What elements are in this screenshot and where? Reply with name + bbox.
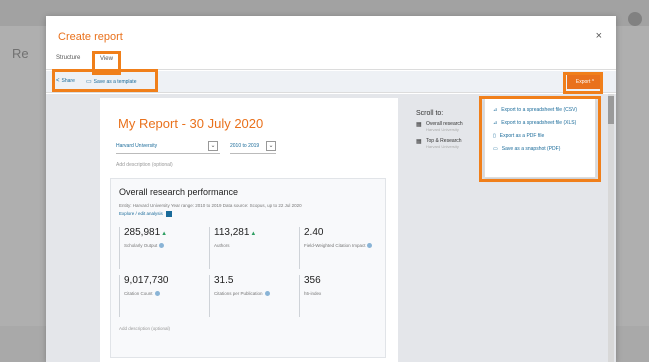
grid-icon: ▦: [416, 122, 422, 128]
info-icon[interactable]: [165, 211, 172, 217]
tab-bar: Structure View: [46, 50, 616, 70]
export-csv-item[interactable]: ⊿ Export to a spreadsheet file (CSV): [493, 107, 587, 113]
menu-item-label: Export to a spreadsheet file (CSV): [501, 107, 578, 113]
pdf-icon: ▯: [493, 133, 496, 139]
metric-value: 2.40: [304, 227, 324, 238]
metric-label: Citations per Publication: [214, 291, 263, 296]
save-snapshot-item[interactable]: ▭ Save as a snapshot (PDF): [493, 146, 587, 152]
export-xls-item[interactable]: ⊿ Export to a spreadsheet file (XLS): [493, 120, 587, 126]
toolbar: < Share ▭ Save as a template Export ^: [46, 71, 616, 93]
report-title[interactable]: My Report - 30 July 2020: [118, 116, 263, 131]
share-icon: <: [56, 78, 60, 84]
arrow-up-icon: ▲: [161, 231, 168, 237]
explore-label: Explore / edit analysis: [119, 211, 163, 217]
card-subtitle: Entity: Harvard University Year range: 2…: [119, 203, 302, 208]
help-icon[interactable]: [154, 291, 160, 297]
share-button[interactable]: < Share: [56, 78, 75, 84]
metric-citation-count: 9,017,730 Citation Count: [119, 275, 203, 317]
card-title: Overall research performance: [119, 187, 239, 197]
close-icon[interactable]: ×: [596, 30, 602, 42]
add-description-link[interactable]: Add description (optional): [116, 162, 173, 168]
menu-item-label: Export as a PDF file: [499, 133, 545, 139]
arrow-up-icon: ▲: [250, 231, 257, 237]
metric-h5-index: 356 h5-index: [299, 275, 383, 317]
metric-scholarly-output: 285,981▲ Scholarly Output: [119, 227, 203, 269]
snapshot-icon: ▭: [493, 146, 498, 152]
metric-citations-per-publication: 31.5 Citations per Publication: [209, 275, 293, 317]
metric-label: Field-Weighted Citation Impact: [304, 243, 366, 248]
metric-fwci: 2.40 Field-Weighted Citation Impact: [299, 227, 383, 269]
metric-value: 113,281: [214, 227, 250, 238]
export-pdf-item[interactable]: ▯ Export as a PDF file: [493, 133, 587, 139]
export-menu: ⊿ Export to a spreadsheet file (CSV) ⊿ Exp…: [484, 98, 596, 178]
share-label: Share: [61, 78, 75, 84]
spreadsheet-icon: ⊿: [493, 120, 498, 126]
save-icon: ▭: [86, 79, 92, 85]
chevron-down-icon[interactable]: ⌄: [266, 141, 276, 151]
overall-performance-card: Overall research performance Entity: Har…: [110, 178, 386, 358]
spreadsheet-icon: ⊿: [493, 107, 498, 113]
create-report-modal: Create report × Structure View < Share ▭ S…: [46, 16, 616, 362]
institution-select[interactable]: Harvard University: [116, 143, 220, 154]
metric-value: 356: [304, 275, 321, 286]
scrollbar-thumb[interactable]: [608, 96, 614, 124]
menu-item-label: Save as a snapshot (PDF): [501, 146, 561, 152]
explore-link[interactable]: Explore / edit analysis: [119, 211, 172, 217]
menu-item-label: Export to a spreadsheet file (XLS): [501, 120, 577, 126]
metric-label: h5-index: [304, 291, 322, 296]
chevron-down-icon[interactable]: ⌄: [208, 141, 218, 151]
metric-value: 9,017,730: [124, 275, 169, 286]
help-icon[interactable]: [367, 243, 373, 249]
tab-structure[interactable]: Structure: [56, 55, 80, 61]
modal-title: Create report: [58, 31, 123, 43]
metric-authors: 113,281▲ Authors: [209, 227, 293, 269]
help-icon[interactable]: [264, 291, 270, 297]
metric-value: 285,981: [124, 227, 161, 238]
card-add-description-link[interactable]: Add description (optional): [119, 326, 170, 331]
report-page: My Report - 30 July 2020 Harvard Univers…: [100, 98, 398, 362]
help-icon[interactable]: [159, 243, 165, 249]
save-template-button[interactable]: ▭ Save as a template: [86, 78, 136, 85]
scrollbar[interactable]: [608, 94, 614, 362]
metric-label: Citation Count: [124, 291, 153, 296]
save-template-label: Save as a template: [93, 79, 137, 85]
export-button[interactable]: Export ^: [567, 75, 603, 89]
metric-label: Authors: [214, 243, 230, 248]
metric-label: Scholarly Output: [124, 243, 158, 248]
metric-value: 31.5: [214, 275, 234, 286]
tab-view[interactable]: View: [94, 53, 119, 65]
grid-icon: ▦: [416, 139, 422, 145]
